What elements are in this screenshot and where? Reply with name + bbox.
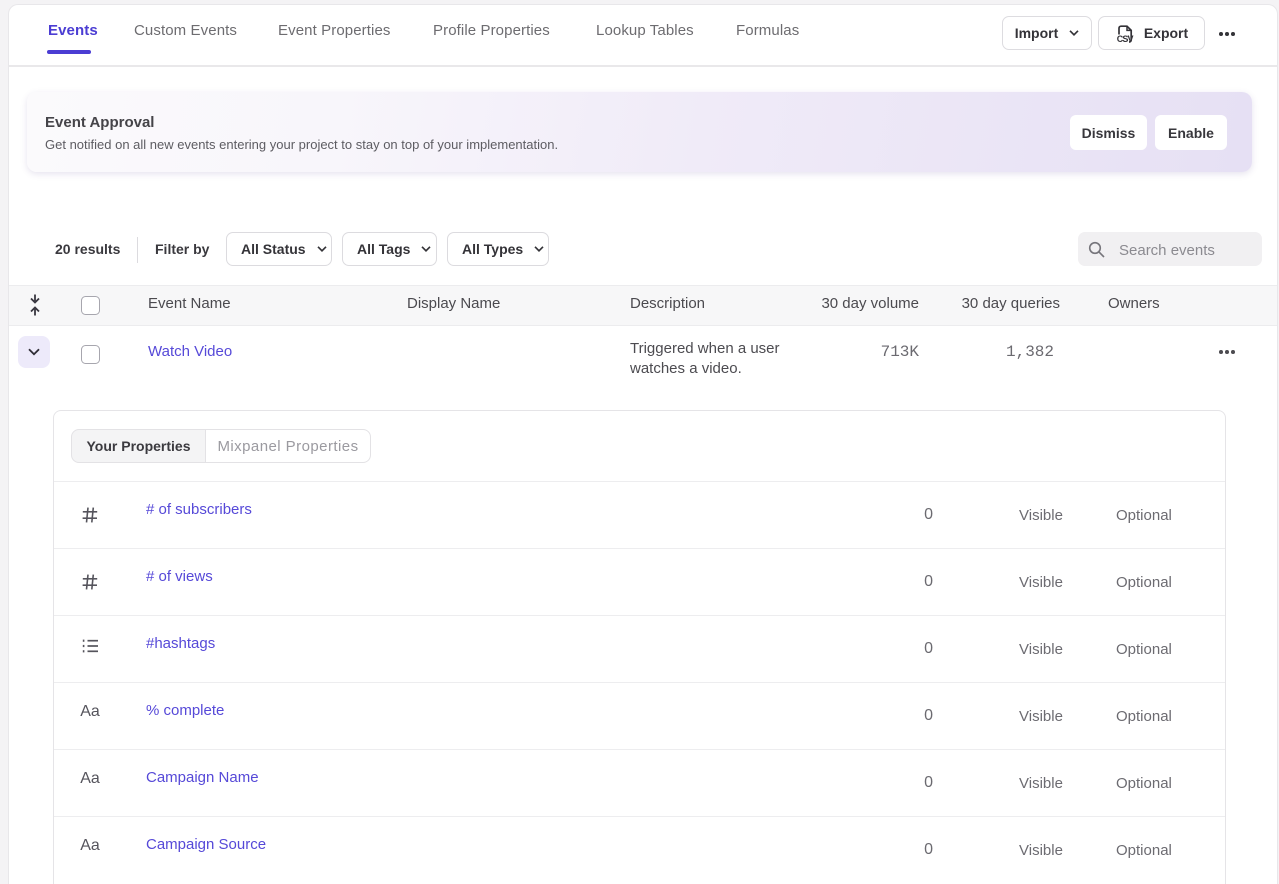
svg-text:CSV: CSV (1117, 34, 1134, 44)
